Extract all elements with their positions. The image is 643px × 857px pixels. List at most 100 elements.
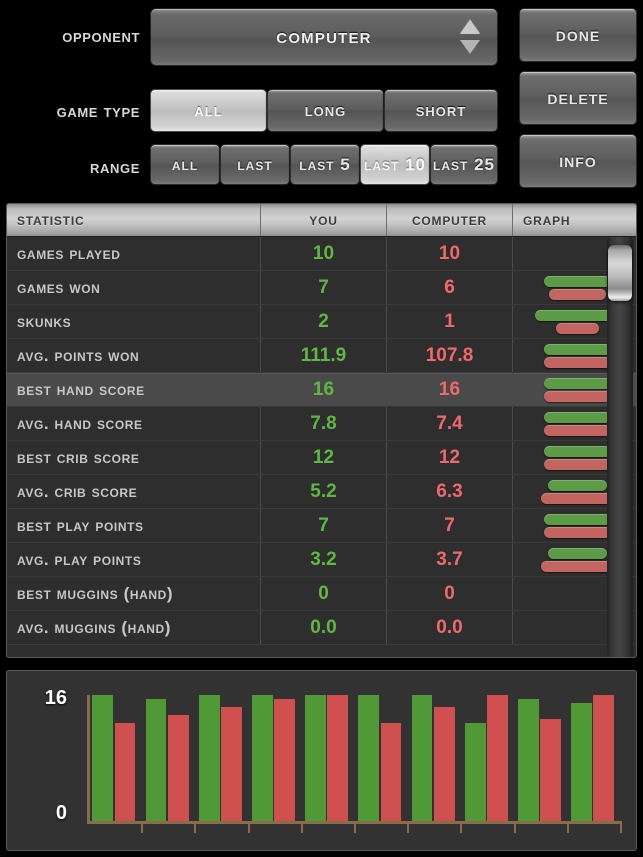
cell-you-value: 111.9 [261,339,387,372]
x-axis-tick [566,824,569,833]
opponent-stepper[interactable] [459,20,481,54]
x-axis-tick [194,824,197,833]
table-row[interactable]: Best Play Points 7 7 [7,509,636,543]
range-label: Range [90,157,140,177]
table-row[interactable]: Avg. Muggins (Hand) 0.0 0.0 [7,611,636,645]
table-header-row: Statistic You Computer Graph [7,204,636,237]
game-type-option-all[interactable]: All [150,89,267,132]
chevron-up-icon [460,20,480,34]
cell-computer-value: 16 [387,373,513,406]
cell-you-value: 12 [261,441,387,474]
cell-you-value: 0 [261,577,387,610]
cell-statistic: Avg. Points Won [7,339,261,372]
table-row[interactable]: Best Crib Score 12 12 [7,441,636,475]
chart-bar-computer [486,695,508,821]
minibar-computer [548,288,607,300]
minibar-computer [544,458,611,470]
table-row[interactable]: Best Hand Score 16 16 [7,373,636,407]
chart-bar-you [464,722,486,821]
table-scrollbar[interactable] [607,237,633,657]
opponent-dropdown-value: Computer [276,25,372,48]
minibar-computer [555,322,600,334]
chart-bar-you [251,695,273,821]
chart-bar-computer [114,722,136,821]
history-bar-chart: 16 0 [6,670,637,851]
x-axis-tick [513,824,516,833]
cell-you-value: 0.0 [261,611,387,644]
cell-computer-value: 6 [387,271,513,304]
minibar-you [544,343,611,355]
cell-statistic: Avg. Crib Score [7,475,261,508]
cell-you-value: 3.2 [261,543,387,576]
delete-button[interactable]: Delete [519,71,637,125]
cell-computer-value: 6.3 [387,475,513,508]
chart-bar-computer [380,722,402,821]
range-option-last-5[interactable]: Last 5 [290,144,360,185]
range-option-last[interactable]: Last [220,144,290,185]
chart-bar-you [358,695,380,821]
minibar-you [544,275,611,287]
column-header-graph[interactable]: Graph [513,204,636,236]
minibar-you [544,445,611,457]
column-header-you[interactable]: You [261,204,387,236]
x-axis-tick [354,824,356,833]
cell-computer-value: 7 [387,509,513,542]
cell-statistic: Games Won [7,271,261,304]
table-scrollbar-thumb[interactable] [608,245,632,301]
cell-statistic: Best Hand Score [7,373,261,406]
done-button[interactable]: Done [519,8,637,62]
info-button[interactable]: Info [519,134,637,188]
table-row[interactable]: Games Played 10 10 [7,237,636,271]
minibar-computer [544,390,611,402]
chart-bar-computer [540,718,561,821]
game-type-option-short[interactable]: Short [384,89,498,132]
chart-bar-you [305,695,326,821]
cell-you-value: 10 [261,237,387,270]
minibar-you [544,377,611,389]
game-type-option-long[interactable]: Long [267,89,384,132]
table-row[interactable]: Avg. Points Won 111.9 107.8 [7,339,636,373]
chart-bar-computer [433,706,455,821]
cell-computer-value: 1 [387,305,513,338]
cell-statistic: Games Played [7,237,261,270]
x-axis-tick [407,824,410,833]
x-axis-tick [141,824,144,833]
range-option-last-10[interactable]: Last 10 [360,144,430,185]
table-row[interactable]: Avg. Hand Score 7.8 7.4 [7,407,636,441]
opponent-dropdown[interactable]: Computer [150,8,498,66]
minibar-computer [540,560,615,572]
cell-statistic: Avg. Muggins (Hand) [7,611,261,644]
range-option-all[interactable]: All [150,144,220,185]
table-row[interactable]: Avg. Play Points 3.2 3.7 [7,543,636,577]
chart-bar-you [198,695,220,821]
chart-bar-computer [593,695,615,821]
table-row[interactable]: Best Muggins (Hand) 0 0 [7,577,636,611]
minibar-you [547,547,608,559]
minibar-you [547,479,608,491]
cell-computer-value: 107.8 [387,339,513,372]
opponent-label: Opponent [62,26,140,46]
table-row[interactable]: Games Won 7 6 [7,271,636,305]
cell-statistic: Skunks [7,305,261,338]
chevron-down-icon [460,40,480,54]
y-axis-min-label: 0 [55,802,67,824]
x-axis-tick [300,824,303,833]
table-body: Games Played 10 10 Games Won 7 6 Skunks 2 1 Avg. … [7,237,636,657]
minibar-you [544,411,611,423]
cell-statistic: Best Muggins (Hand) [7,577,261,610]
chart-bar-you [571,702,592,821]
cell-statistic: Avg. Play Points [7,543,261,576]
chart-plot-area [90,695,622,821]
table-row[interactable]: Skunks 2 1 [7,305,636,339]
column-header-statistic[interactable]: Statistic [7,204,261,236]
minibar-computer [544,356,611,368]
column-header-computer[interactable]: Computer [387,204,513,236]
cell-you-value: 16 [261,373,387,406]
chart-bar-computer [327,695,349,821]
table-row[interactable]: Avg. Crib Score 5.2 6.3 [7,475,636,509]
stats-screen: Opponent Computer Game Type All Long Sho… [0,0,643,857]
cell-you-value: 7 [261,509,387,542]
range-option-last-25[interactable]: Last 25 [430,144,498,185]
cell-computer-value: 7.4 [387,407,513,440]
chart-bar-you [517,698,539,821]
